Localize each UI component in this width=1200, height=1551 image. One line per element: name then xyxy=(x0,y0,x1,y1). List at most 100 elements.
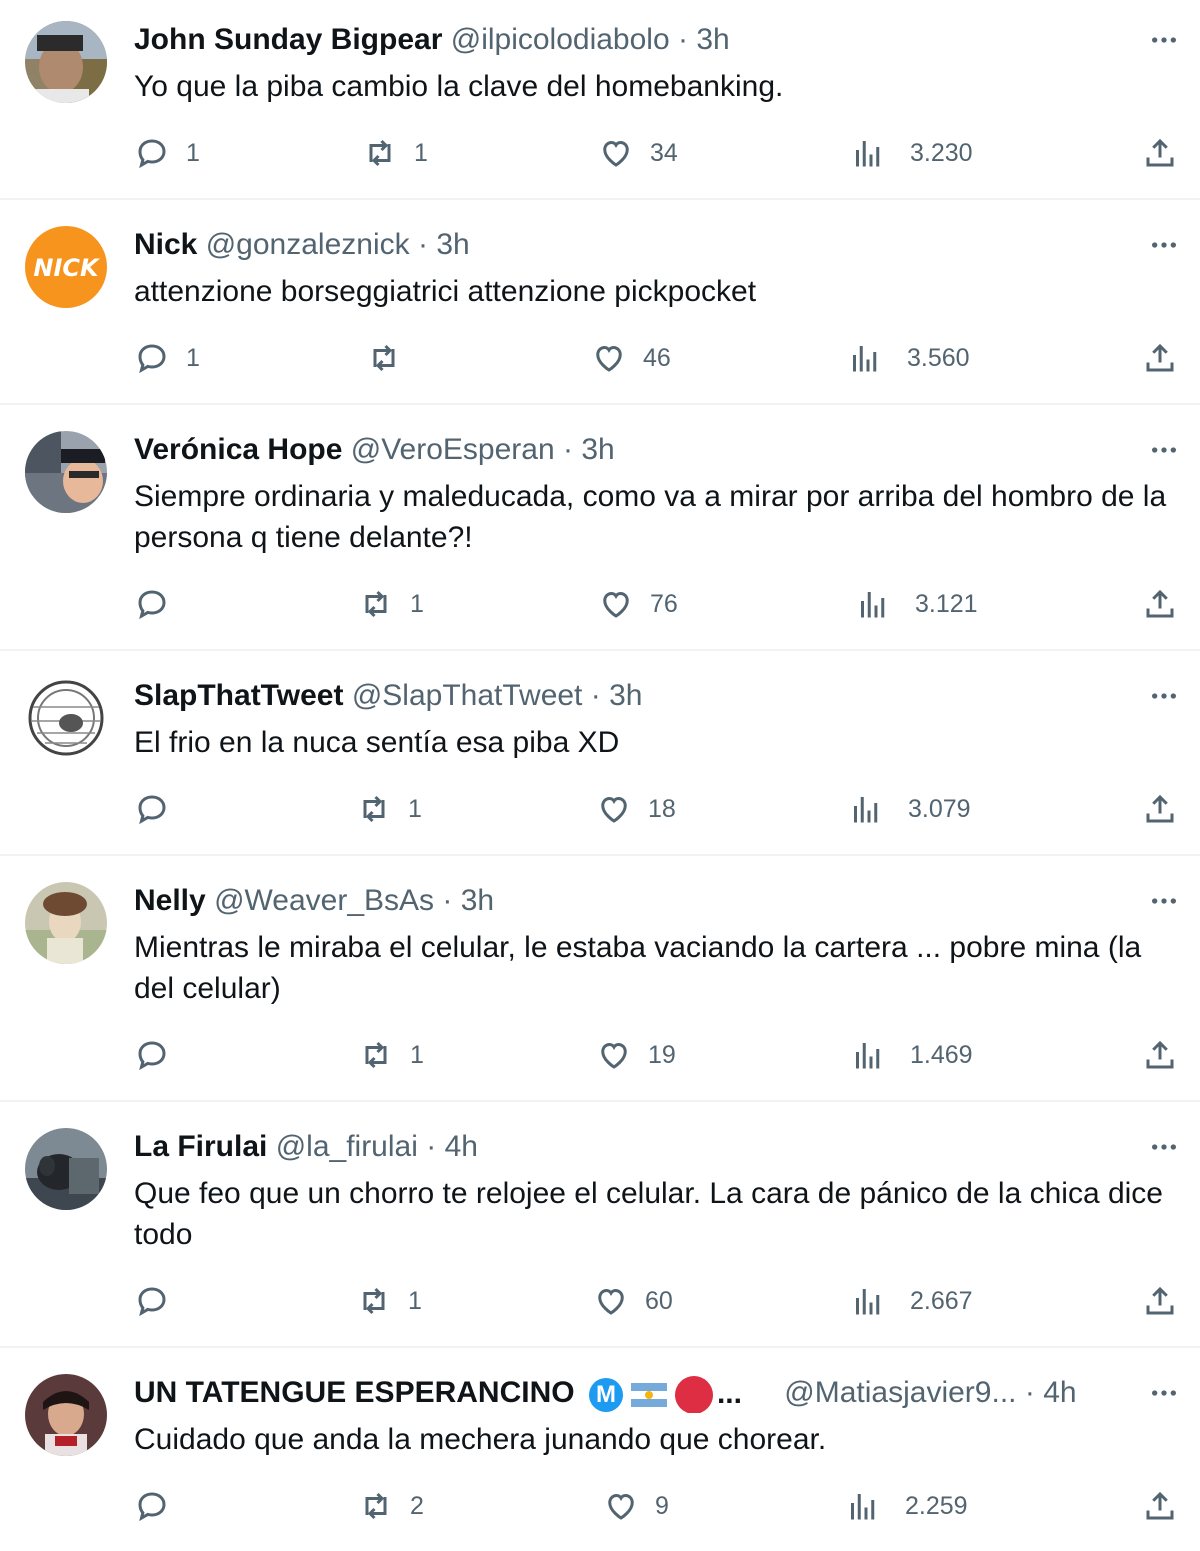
analytics-icon xyxy=(853,346,877,372)
separator-dot: · xyxy=(1024,1376,1035,1409)
avatar[interactable] xyxy=(25,1374,107,1456)
timestamp[interactable]: 3h xyxy=(461,884,494,917)
retweet-button[interactable]: 1 xyxy=(358,584,424,624)
reply-button[interactable] xyxy=(134,789,186,829)
more-options-button[interactable] xyxy=(1146,22,1182,58)
user-handle[interactable]: @VeroEsperan xyxy=(351,433,555,466)
like-button[interactable]: 19 xyxy=(596,1035,676,1075)
views-button[interactable]: 3.560 xyxy=(847,338,970,378)
user-handle[interactable]: @Matiasjavier9... xyxy=(784,1376,1016,1409)
reply-button[interactable] xyxy=(134,1035,186,1075)
user-handle[interactable]: @la_firulai xyxy=(276,1130,418,1163)
retweet-icon xyxy=(363,1287,385,1315)
share-button[interactable] xyxy=(1142,1486,1178,1526)
tweet-header: SlapThatTweet @SlapThatTweet · 3h xyxy=(134,676,1120,716)
views-button[interactable]: 2.259 xyxy=(845,1486,968,1526)
timestamp[interactable]: 3h xyxy=(696,23,729,56)
reply-icon xyxy=(138,344,166,374)
tweet[interactable]: La Firulai @la_firulai · 4h Que feo que … xyxy=(0,1102,1200,1348)
display-name[interactable]: John Sunday Bigpear xyxy=(134,23,442,56)
like-button[interactable]: 9 xyxy=(603,1486,669,1526)
tweet[interactable]: Nelly @Weaver_BsAs · 3h Mientras le mira… xyxy=(0,856,1200,1102)
avatar-text: NICK xyxy=(33,254,101,282)
reply-icon xyxy=(138,795,166,825)
timestamp[interactable]: 3h xyxy=(609,679,642,712)
tweet[interactable]: Verónica Hope @VeroEsperan · 3h Siempre … xyxy=(0,405,1200,651)
more-dots-icon xyxy=(1152,1144,1176,1150)
share-button[interactable] xyxy=(1142,789,1178,829)
retweet-button[interactable]: 1 xyxy=(362,133,428,173)
more-options-button[interactable] xyxy=(1146,1129,1182,1165)
more-options-button[interactable] xyxy=(1146,432,1182,468)
tweet[interactable]: NICK Nick @gonzaleznick · 3h attenzione … xyxy=(0,200,1200,405)
like-button[interactable]: 60 xyxy=(593,1281,673,1321)
tweet[interactable]: UN TATENGUE ESPERANCINO M... @Matiasjavi… xyxy=(0,1348,1200,1551)
user-handle[interactable]: @gonzaleznick xyxy=(206,228,410,261)
like-button[interactable]: 34 xyxy=(598,133,678,173)
tweet-header: Nelly @Weaver_BsAs · 3h xyxy=(134,881,1120,921)
display-name[interactable]: Nelly xyxy=(134,884,206,917)
retweet-count: 1 xyxy=(410,589,424,618)
views-button[interactable]: 1.469 xyxy=(850,1035,973,1075)
reply-button[interactable]: 1 xyxy=(134,338,200,378)
like-button[interactable]: 46 xyxy=(591,338,671,378)
share-icon xyxy=(1146,794,1174,823)
avatar[interactable] xyxy=(25,431,107,513)
share-button[interactable] xyxy=(1142,133,1178,173)
timestamp[interactable]: 4h xyxy=(445,1130,478,1163)
tweet-header: UN TATENGUE ESPERANCINO M... @Matiasjavi… xyxy=(134,1373,1120,1413)
share-button[interactable] xyxy=(1142,338,1178,378)
timestamp[interactable]: 3h xyxy=(436,228,469,261)
reply-button[interactable] xyxy=(134,584,186,624)
share-button[interactable] xyxy=(1142,1281,1178,1321)
heart-icon xyxy=(601,1042,627,1069)
heart-icon xyxy=(598,1288,624,1315)
display-name[interactable]: UN TATENGUE ESPERANCINO xyxy=(134,1376,575,1409)
reply-button[interactable] xyxy=(134,1281,186,1321)
tweet[interactable]: SlapThatTweet @SlapThatTweet · 3h El fri… xyxy=(0,651,1200,856)
display-name[interactable]: La Firulai xyxy=(134,1130,267,1163)
reply-button[interactable]: 1 xyxy=(134,133,200,173)
more-options-button[interactable] xyxy=(1146,1375,1182,1411)
share-button[interactable] xyxy=(1142,584,1178,624)
more-options-button[interactable] xyxy=(1146,678,1182,714)
retweet-button[interactable]: 1 xyxy=(356,789,422,829)
views-button[interactable]: 3.079 xyxy=(848,789,971,829)
display-name[interactable]: SlapThatTweet xyxy=(134,679,343,712)
display-name[interactable]: Verónica Hope xyxy=(134,433,342,466)
retweet-button[interactable]: 1 xyxy=(358,1035,424,1075)
view-count: 3.079 xyxy=(908,794,971,823)
user-handle[interactable]: @Weaver_BsAs xyxy=(214,884,434,917)
avatar[interactable]: NICK xyxy=(25,226,107,308)
views-button[interactable]: 2.667 xyxy=(850,1281,973,1321)
analytics-icon xyxy=(856,1289,880,1315)
display-name[interactable]: Nick xyxy=(134,228,197,261)
retweet-button[interactable] xyxy=(366,338,418,378)
avatar[interactable] xyxy=(25,1128,107,1210)
reply-button[interactable] xyxy=(134,1486,186,1526)
more-options-button[interactable] xyxy=(1146,883,1182,919)
reply-icon xyxy=(138,1287,166,1317)
share-button[interactable] xyxy=(1142,1035,1178,1075)
like-button[interactable]: 76 xyxy=(598,584,678,624)
separator-dot: · xyxy=(442,884,453,917)
more-options-button[interactable] xyxy=(1146,227,1182,263)
avatar[interactable] xyxy=(25,882,107,964)
user-handle[interactable]: @ilpicolodiabolo xyxy=(451,23,670,56)
reply-count: 1 xyxy=(186,343,200,372)
tweet-text: El frio en la nuca sentía esa piba XD xyxy=(134,726,620,759)
timestamp[interactable]: 3h xyxy=(581,433,614,466)
tweet[interactable]: John Sunday Bigpear @ilpicolodiabolo · 3… xyxy=(0,0,1200,200)
avatar[interactable] xyxy=(25,677,107,759)
views-button[interactable]: 3.121 xyxy=(855,584,978,624)
retweet-button[interactable]: 1 xyxy=(356,1281,422,1321)
tweet-text: Mientras le miraba el celular, le estaba… xyxy=(134,931,1142,1005)
timestamp[interactable]: 4h xyxy=(1043,1376,1076,1409)
views-button[interactable]: 3.230 xyxy=(850,133,973,173)
user-handle[interactable]: @SlapThatTweet xyxy=(352,679,583,712)
avatar[interactable] xyxy=(25,21,107,103)
share-icon xyxy=(1146,1286,1174,1315)
like-button[interactable]: 18 xyxy=(596,789,676,829)
retweet-button[interactable]: 2 xyxy=(358,1486,424,1526)
analytics-icon xyxy=(851,1494,875,1520)
